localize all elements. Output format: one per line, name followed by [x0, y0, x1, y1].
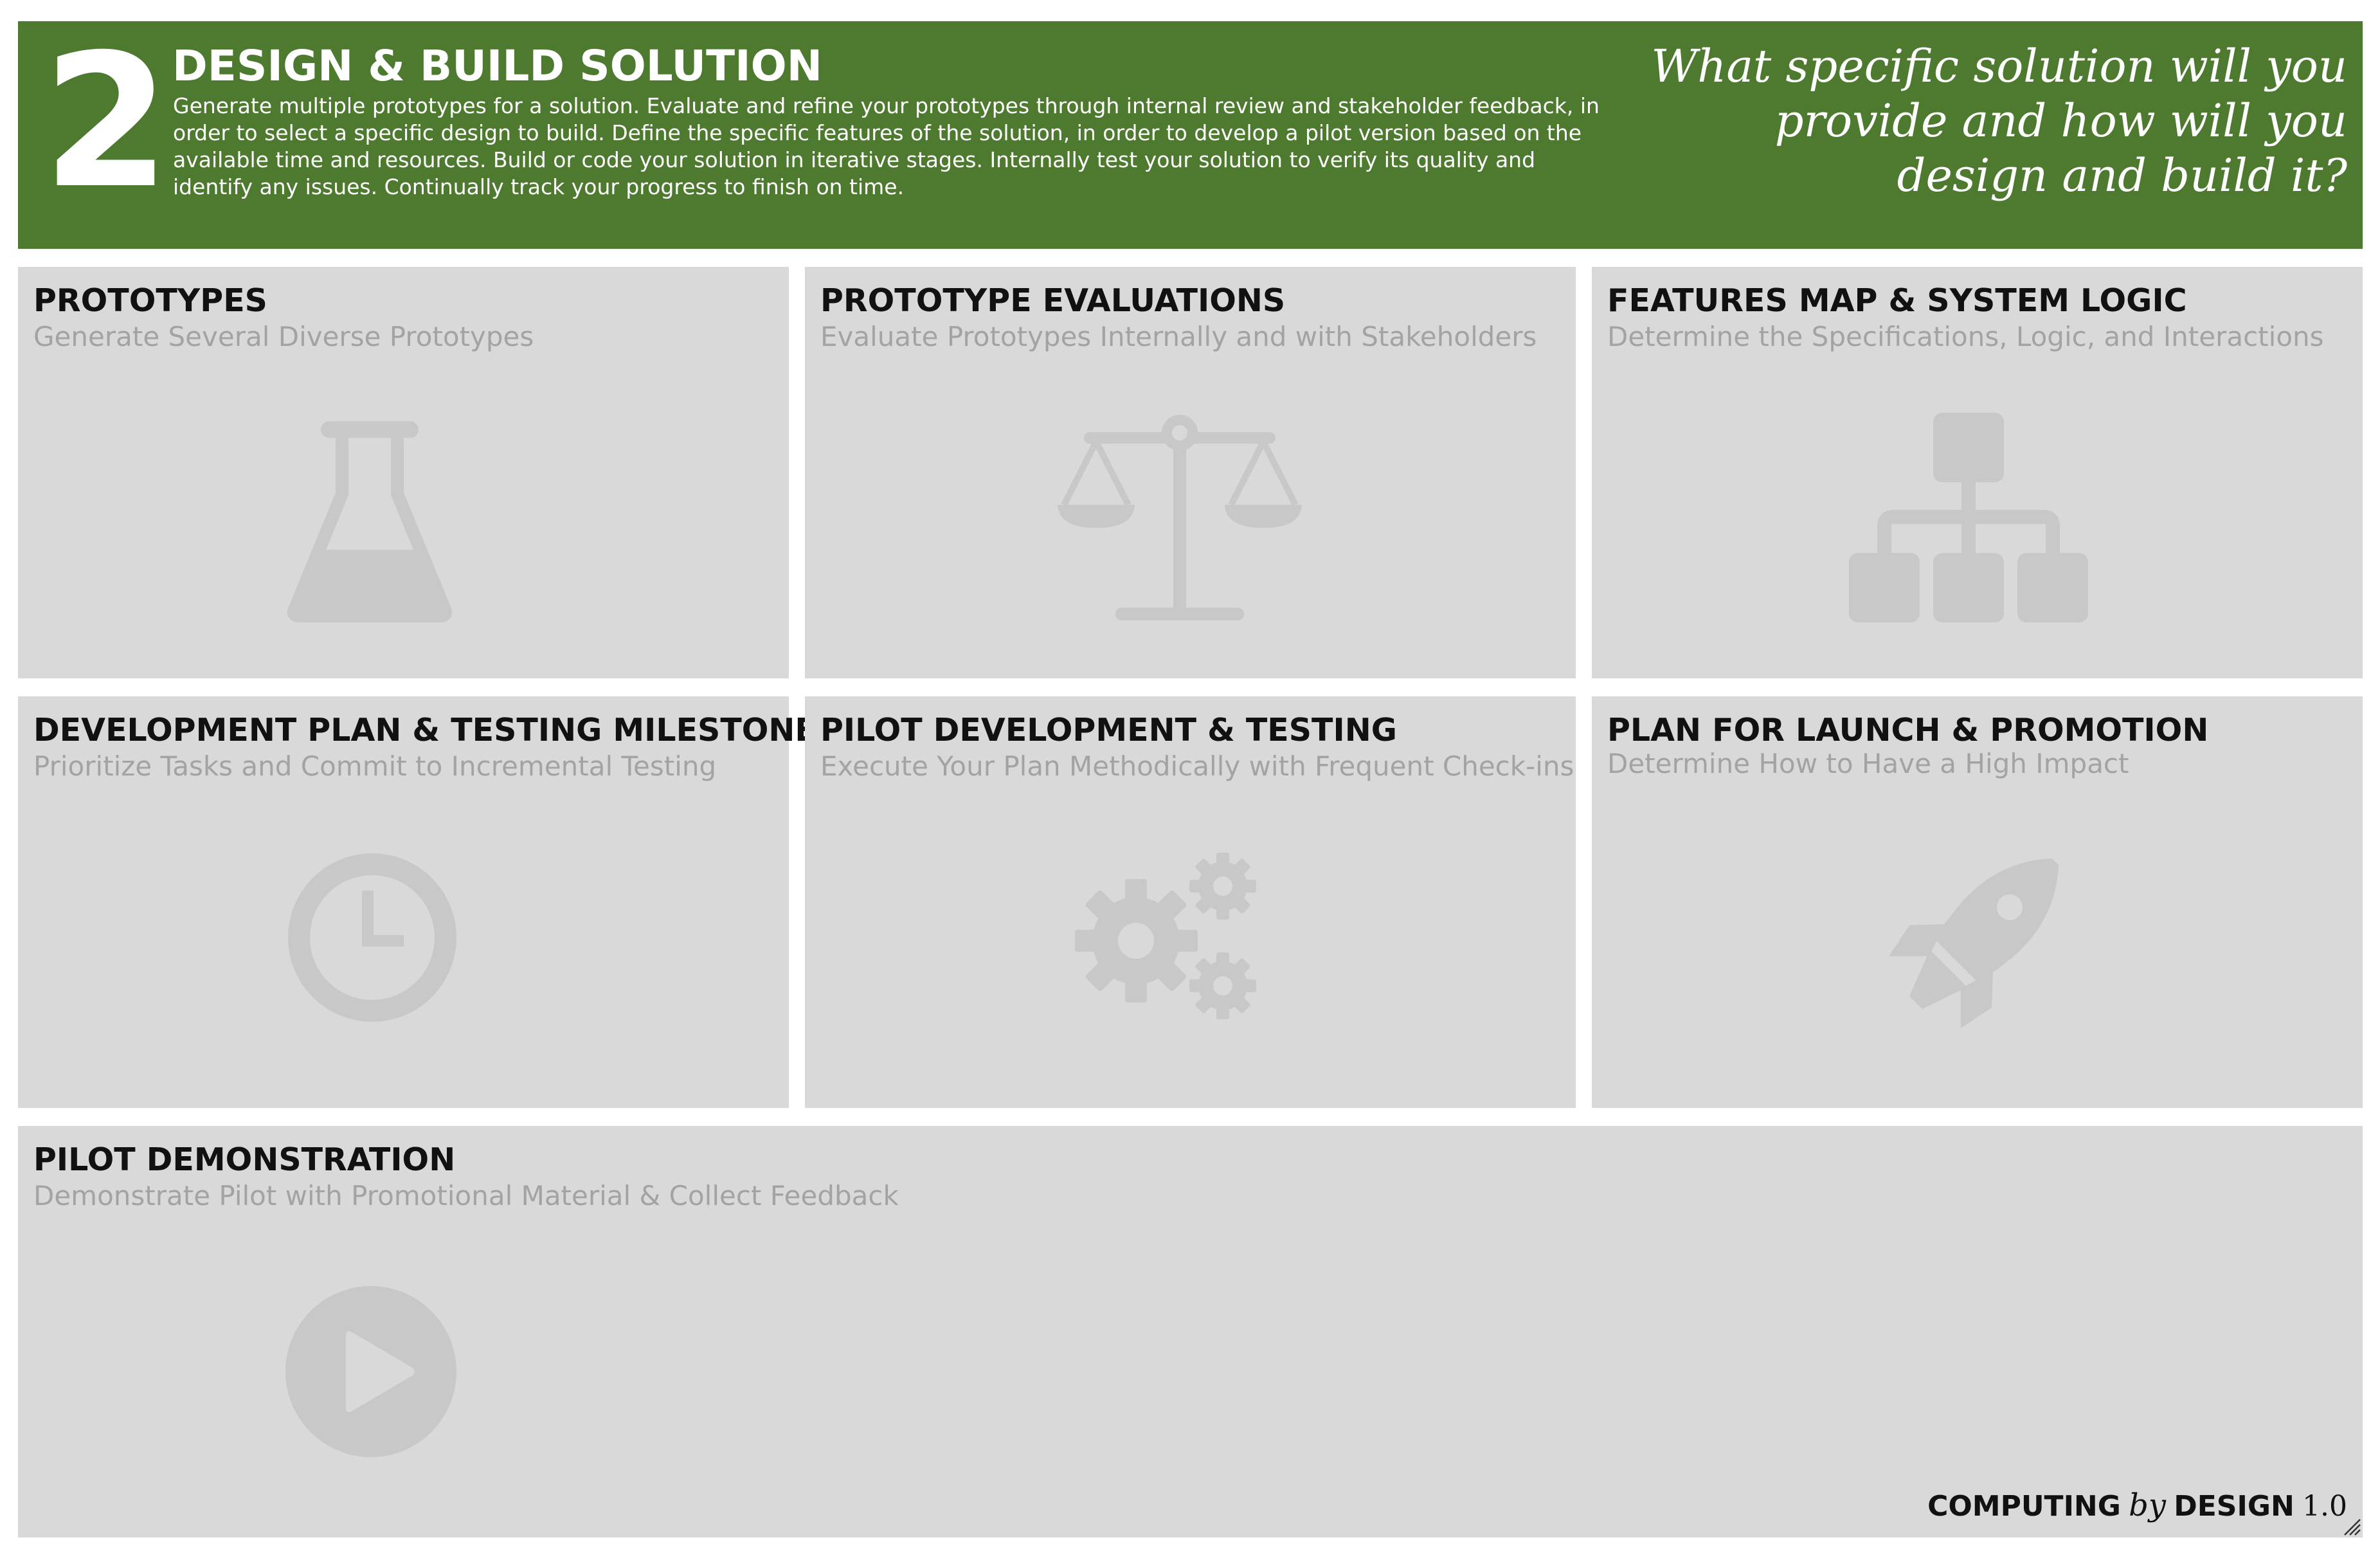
- brand-word-computing: COMPUTING: [1927, 1490, 2121, 1523]
- card-title: PROTOTYPE EVALUATIONS: [820, 282, 1286, 319]
- card-subtitle: Prioritize Tasks and Commit to Increment…: [33, 750, 717, 782]
- card-title: FEATURES MAP & SYSTEM LOGIC: [1607, 282, 2187, 319]
- card-subtitle: Demonstrate Pilot with Promotional Mater…: [33, 1180, 899, 1211]
- card-prototypes[interactable]: PROTOTYPES Generate Several Diverse Prot…: [18, 267, 789, 678]
- balance-scale-icon: [1058, 415, 1302, 621]
- card-subtitle: Determine How to Have a High Impact: [1607, 748, 2129, 779]
- card-title: DEVELOPMENT PLAN & TESTING MILESTONES: [33, 712, 840, 748]
- card-pilot-development[interactable]: PILOT DEVELOPMENT & TESTING Execute Your…: [805, 696, 1576, 1108]
- header-banner: 2 DESIGN & BUILD SOLUTION Generate multi…: [18, 21, 2363, 249]
- card-development-plan[interactable]: DEVELOPMENT PLAN & TESTING MILESTONES Pr…: [18, 696, 839, 1108]
- card-features-map[interactable]: FEATURES MAP & SYSTEM LOGIC Determine th…: [1592, 267, 2363, 678]
- card-title: PROTOTYPES: [33, 282, 267, 319]
- card-title: PLAN FOR LAUNCH & PROMOTION: [1607, 712, 2209, 748]
- brand-word-by: by: [2129, 1487, 2166, 1523]
- card-subtitle: Execute Your Plan Methodically with Freq…: [820, 750, 1574, 782]
- card-prototype-evaluations[interactable]: PROTOTYPE EVALUATIONS Evaluate Prototype…: [805, 267, 1576, 678]
- flask-icon: [287, 421, 452, 622]
- page-title: DESIGN & BUILD SOLUTION: [172, 41, 823, 91]
- gears-icon: [1075, 853, 1256, 1019]
- brand-word-design: DESIGN: [2174, 1490, 2294, 1523]
- card-subtitle: Determine the Specifications, Logic, and…: [1607, 321, 2324, 352]
- brand-logo: COMPUTING by DESIGN 1.0: [1927, 1487, 2347, 1523]
- step-number: 2: [42, 15, 170, 229]
- card-title: PILOT DEMONSTRATION: [33, 1141, 456, 1178]
- clock-icon: [288, 853, 456, 1022]
- card-pilot-demonstration[interactable]: PILOT DEMONSTRATION Demonstrate Pilot wi…: [18, 1126, 2363, 1537]
- card-subtitle: Generate Several Diverse Prototypes: [33, 321, 534, 352]
- rocket-icon: [1889, 858, 2059, 1028]
- sitemap-icon: [1849, 413, 2088, 622]
- resize-grip-icon[interactable]: [2342, 1517, 2361, 1536]
- card-title: PILOT DEVELOPMENT & TESTING: [820, 712, 1397, 748]
- card-plan-for-launch[interactable]: PLAN FOR LAUNCH & PROMOTION Determine Ho…: [1592, 696, 2363, 1108]
- guiding-question: What specific solution will you provide …: [1651, 40, 2347, 202]
- card-subtitle: Evaluate Prototypes Internally and with …: [820, 321, 1537, 352]
- page-description: Generate multiple prototypes for a solut…: [173, 93, 1600, 199]
- play-icon: [285, 1286, 456, 1457]
- brand-version: 1.0: [2302, 1490, 2347, 1523]
